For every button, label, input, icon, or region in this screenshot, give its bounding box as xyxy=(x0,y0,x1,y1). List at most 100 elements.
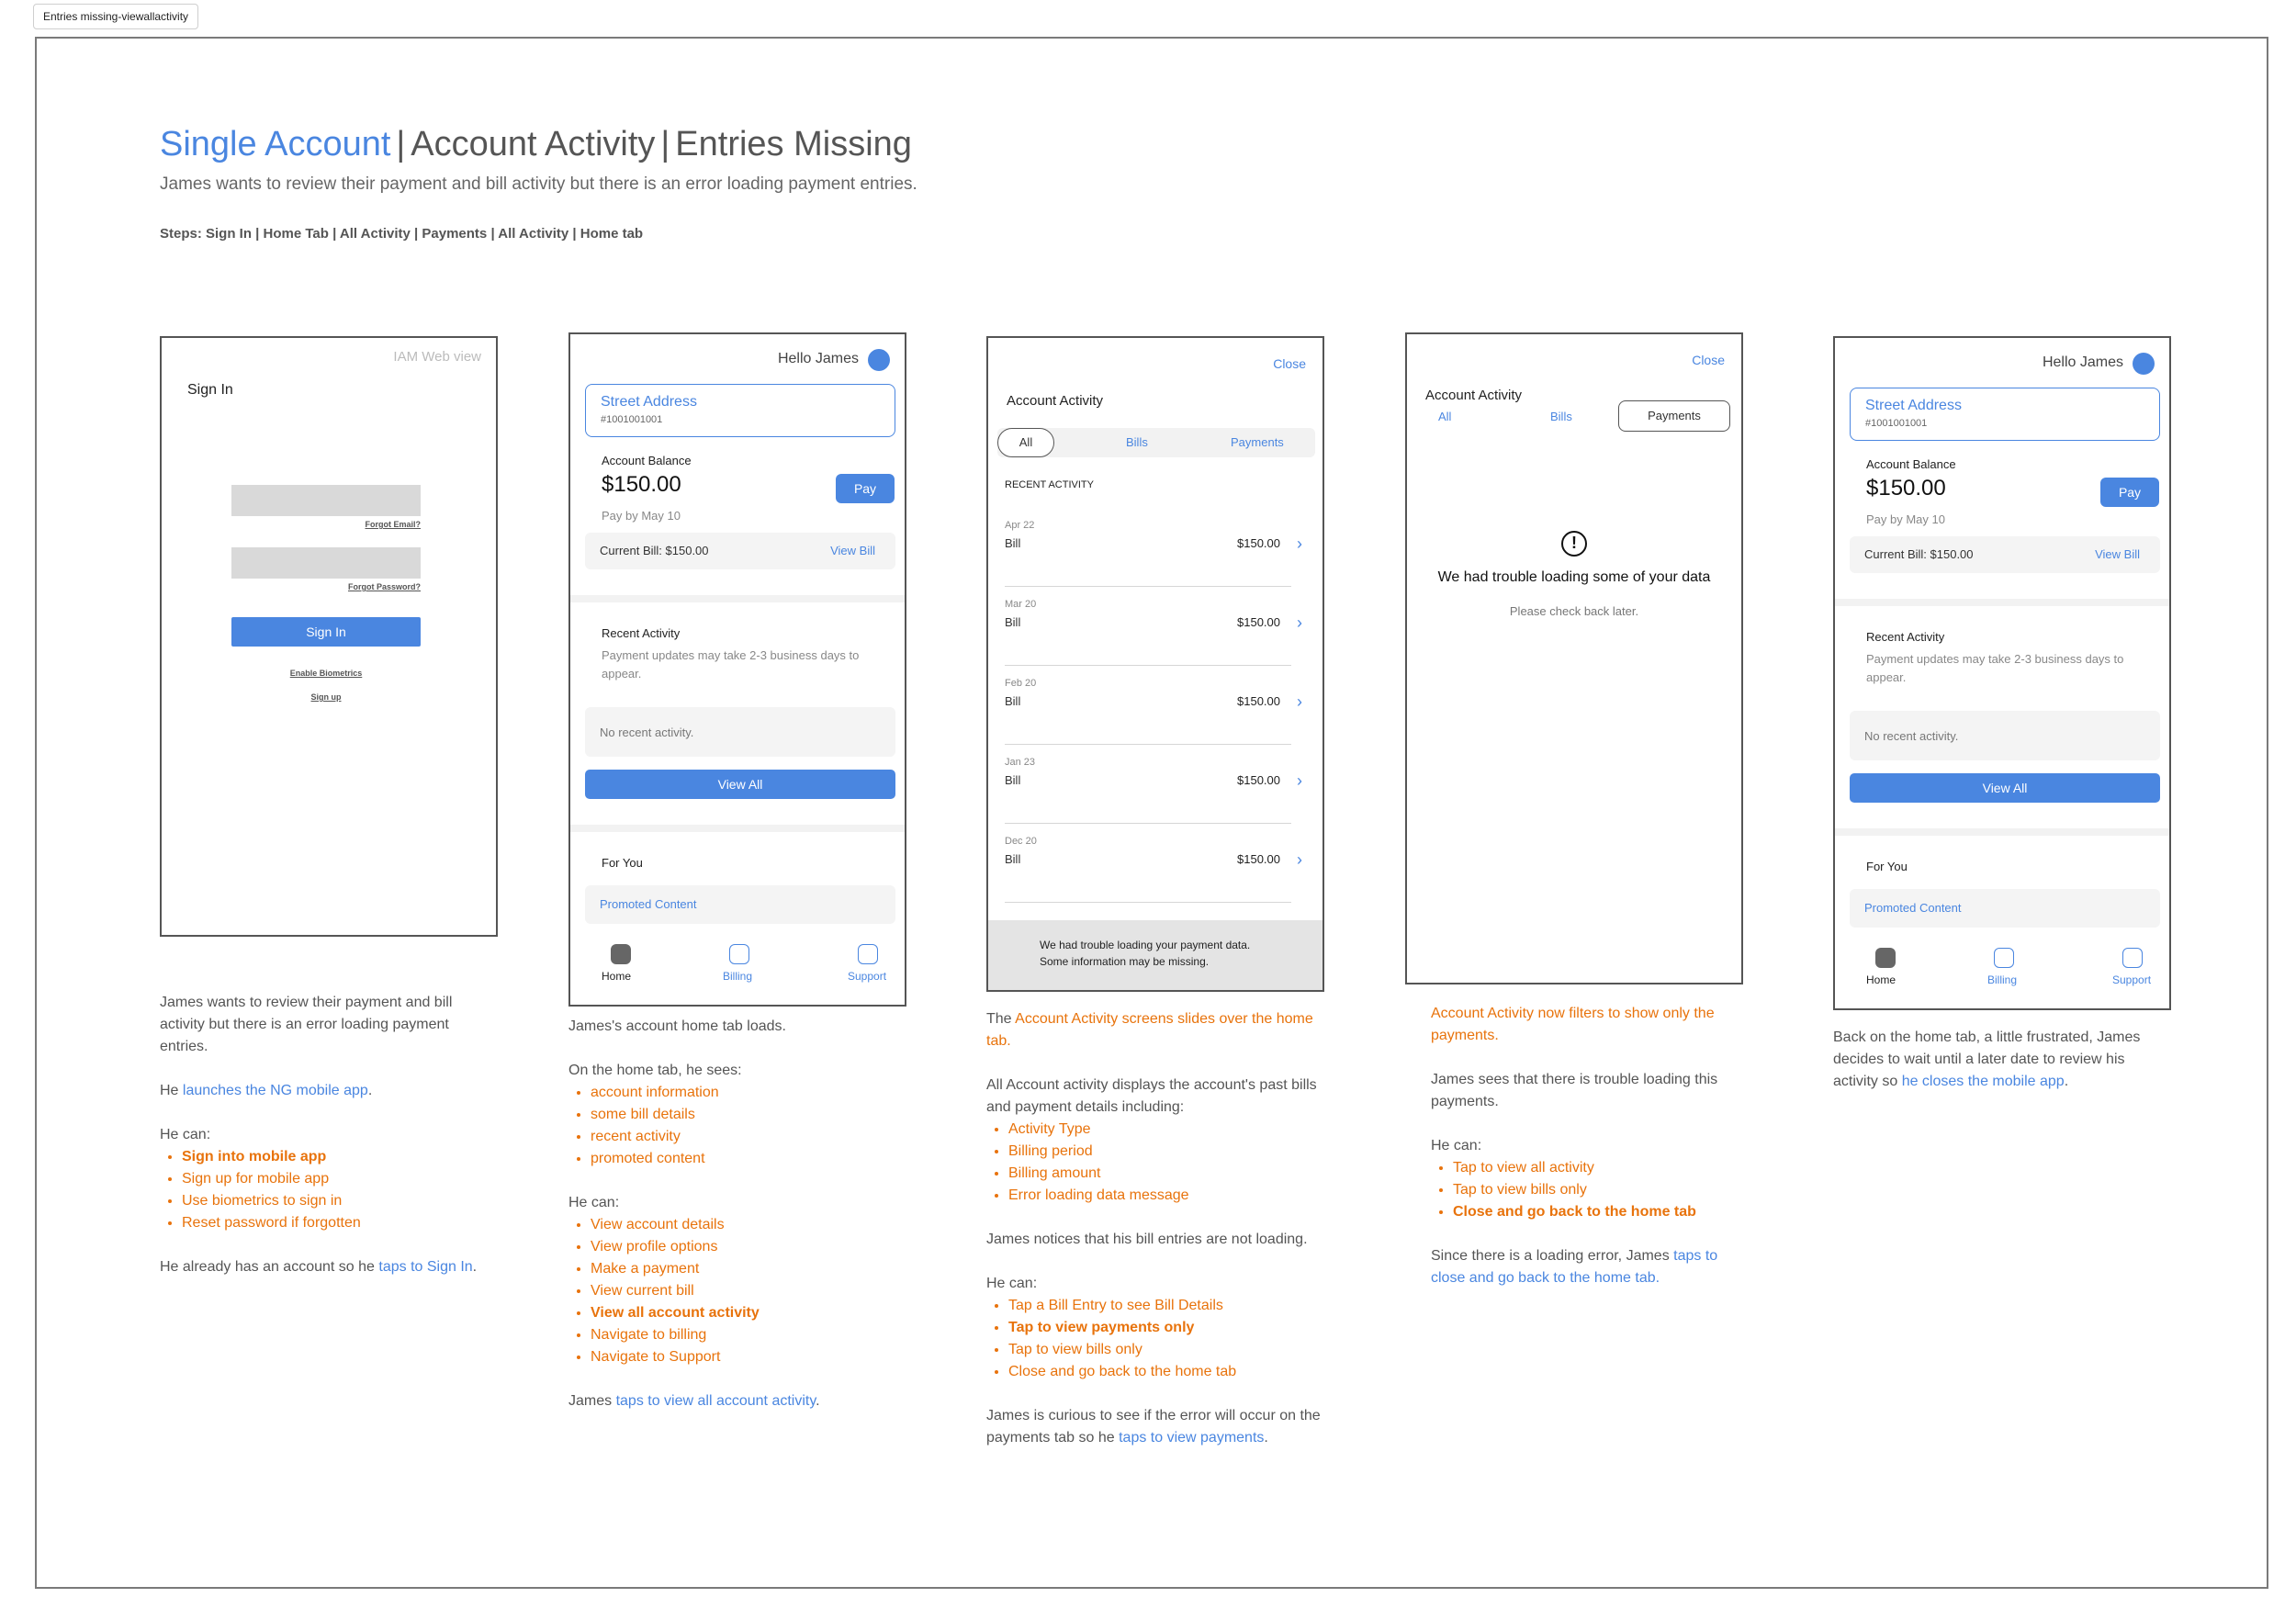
tab-bills[interactable]: Bills xyxy=(1126,435,1148,449)
list-item: Use biometrics to sign in xyxy=(182,1190,490,1212)
table-row[interactable]: Apr 22 Bill $150.00 › xyxy=(988,520,1322,599)
list-item: Sign into mobile app xyxy=(182,1146,490,1168)
error-banner-line-2: Some information may be missing. xyxy=(1040,955,1210,968)
account-number: #1001001001 xyxy=(601,414,663,425)
page-subtitle: James wants to review their payment and … xyxy=(160,174,917,194)
nav-home-label[interactable]: Home xyxy=(1866,973,1896,986)
support-nav-icon[interactable] xyxy=(858,944,878,964)
home-screen: Hello James Street Address #1001001001 A… xyxy=(568,332,906,1007)
action-link: taps to view all account activity xyxy=(615,1393,816,1409)
support-nav-icon[interactable] xyxy=(2122,948,2143,968)
list-item: Error loading data message xyxy=(1008,1185,1326,1207)
chevron-right-icon: › xyxy=(1297,534,1302,553)
balance-amount: $150.00 xyxy=(1866,476,1946,501)
billing-nav-icon[interactable] xyxy=(729,944,749,964)
signup-link[interactable]: Sign up xyxy=(231,692,421,702)
email-field[interactable] xyxy=(231,485,421,516)
desc-paragraph: The Account Activity screens slides over… xyxy=(986,1011,1313,1049)
row-amount: $150.00 xyxy=(1237,694,1280,708)
profile-avatar-icon[interactable] xyxy=(868,349,890,371)
row-divider xyxy=(1005,902,1291,903)
promoted-content-card[interactable]: Promoted Content xyxy=(585,885,895,924)
desc-paragraph: Since there is a loading error, James ta… xyxy=(1431,1248,1718,1286)
error-banner: We had trouble loading your payment data… xyxy=(988,920,1322,990)
nav-support-label[interactable]: Support xyxy=(848,970,886,983)
account-address-card[interactable]: Street Address #1001001001 xyxy=(585,384,895,437)
row-type: Bill xyxy=(1005,773,1021,787)
row-date: Dec 20 xyxy=(1005,836,1037,847)
view-bill-link[interactable]: View Bill xyxy=(830,544,875,557)
list-item: some bill details xyxy=(591,1104,908,1126)
home-nav-icon[interactable] xyxy=(1875,948,1896,968)
current-bill: Current Bill: $150.00 xyxy=(1864,547,1974,561)
tab-all[interactable]: All xyxy=(997,428,1054,457)
page-title: Single Account | Account Activity | Entries … xyxy=(160,125,912,163)
home-nav-icon[interactable] xyxy=(611,944,631,964)
nav-home-label[interactable]: Home xyxy=(602,970,631,983)
table-row[interactable]: Mar 20 Bill $150.00 › xyxy=(988,599,1322,678)
tab-bills[interactable]: Bills xyxy=(1550,410,1572,423)
error-banner-line-1: We had trouble loading your payment data… xyxy=(1040,939,1251,951)
desc-list: Sign into mobile app Sign up for mobile … xyxy=(160,1146,490,1234)
view-all-button[interactable]: View All xyxy=(585,770,895,799)
promoted-content-card[interactable]: Promoted Content xyxy=(1850,889,2160,928)
forgot-email-link[interactable]: Forgot Email? xyxy=(366,520,422,529)
chevron-right-icon: › xyxy=(1297,771,1302,790)
profile-avatar-icon[interactable] xyxy=(2133,353,2155,375)
nav-support-label[interactable]: Support xyxy=(2112,973,2151,986)
tab-payments[interactable]: Payments xyxy=(1618,400,1730,432)
account-address-card[interactable]: Street Address #1001001001 xyxy=(1850,388,2160,441)
action-link: taps to view payments xyxy=(1119,1430,1265,1446)
nav-billing-label[interactable]: Billing xyxy=(1987,973,2017,986)
view-all-button[interactable]: View All xyxy=(1850,773,2160,803)
forgot-password-link[interactable]: Forgot Password? xyxy=(348,582,421,591)
desc-paragraph: James's account home tab loads. xyxy=(568,1018,786,1034)
recent-activity-header: RECENT ACTIVITY xyxy=(1005,479,1094,490)
tab-payments[interactable]: Payments xyxy=(1231,435,1284,449)
table-row[interactable]: Dec 20 Bill $150.00 › xyxy=(988,836,1322,915)
promoted-content-text: Promoted Content xyxy=(1864,901,1962,915)
enable-biometrics-link[interactable]: Enable Biometrics xyxy=(231,669,421,678)
no-recent-text: No recent activity. xyxy=(600,726,694,739)
password-field[interactable] xyxy=(231,547,421,579)
list-item: promoted content xyxy=(591,1148,908,1170)
list-item: Make a payment xyxy=(591,1258,908,1280)
close-button[interactable]: Close xyxy=(1273,356,1306,371)
recent-activity-title: Recent Activity xyxy=(602,626,681,640)
close-button[interactable]: Close xyxy=(1692,353,1725,367)
tab-all[interactable]: All xyxy=(1438,410,1451,423)
nav-billing-label[interactable]: Billing xyxy=(723,970,752,983)
list-item: Reset password if forgotten xyxy=(182,1212,490,1234)
street-address: Street Address xyxy=(1865,398,1962,413)
section-divider xyxy=(1835,828,2169,836)
signin-button[interactable]: Sign In xyxy=(231,617,421,647)
action-link: he closes the mobile app xyxy=(1901,1074,2065,1089)
row-date: Jan 23 xyxy=(1005,757,1036,768)
list-item: Tap to view bills only xyxy=(1453,1179,1743,1201)
view-bill-link[interactable]: View Bill xyxy=(2095,547,2140,561)
desc-paragraph: James taps to view all account activity. xyxy=(568,1393,820,1409)
desc-paragraph: James is curious to see if the error wil… xyxy=(986,1408,1321,1446)
no-recent-box: No recent activity. xyxy=(1850,711,2160,760)
pay-button[interactable]: Pay xyxy=(2100,478,2159,507)
list-item: View account details xyxy=(591,1214,908,1236)
chevron-right-icon: › xyxy=(1297,692,1302,711)
desc-paragraph: All Account activity displays the accoun… xyxy=(986,1077,1317,1115)
greeting: Hello James xyxy=(777,351,859,366)
pay-button[interactable]: Pay xyxy=(836,474,895,503)
balance-label: Account Balance xyxy=(602,454,692,467)
no-recent-text: No recent activity. xyxy=(1864,729,1959,743)
desc-paragraph: James sees that there is trouble loading… xyxy=(1431,1072,1718,1109)
desc-list: account information some bill details re… xyxy=(568,1082,908,1170)
list-item: View current bill xyxy=(591,1280,908,1302)
desc-paragraph: He launches the NG mobile app. xyxy=(160,1083,373,1098)
promoted-content-text: Promoted Content xyxy=(600,897,697,911)
billing-nav-icon[interactable] xyxy=(1994,948,2014,968)
table-row[interactable]: Feb 20 Bill $150.00 › xyxy=(988,678,1322,757)
desc-can: He can: xyxy=(160,1127,211,1142)
section-divider xyxy=(1835,599,2169,606)
list-item: View all account activity xyxy=(591,1302,908,1324)
row-amount: $150.00 xyxy=(1237,536,1280,550)
row-amount: $150.00 xyxy=(1237,852,1280,866)
table-row[interactable]: Jan 23 Bill $150.00 › xyxy=(988,757,1322,836)
